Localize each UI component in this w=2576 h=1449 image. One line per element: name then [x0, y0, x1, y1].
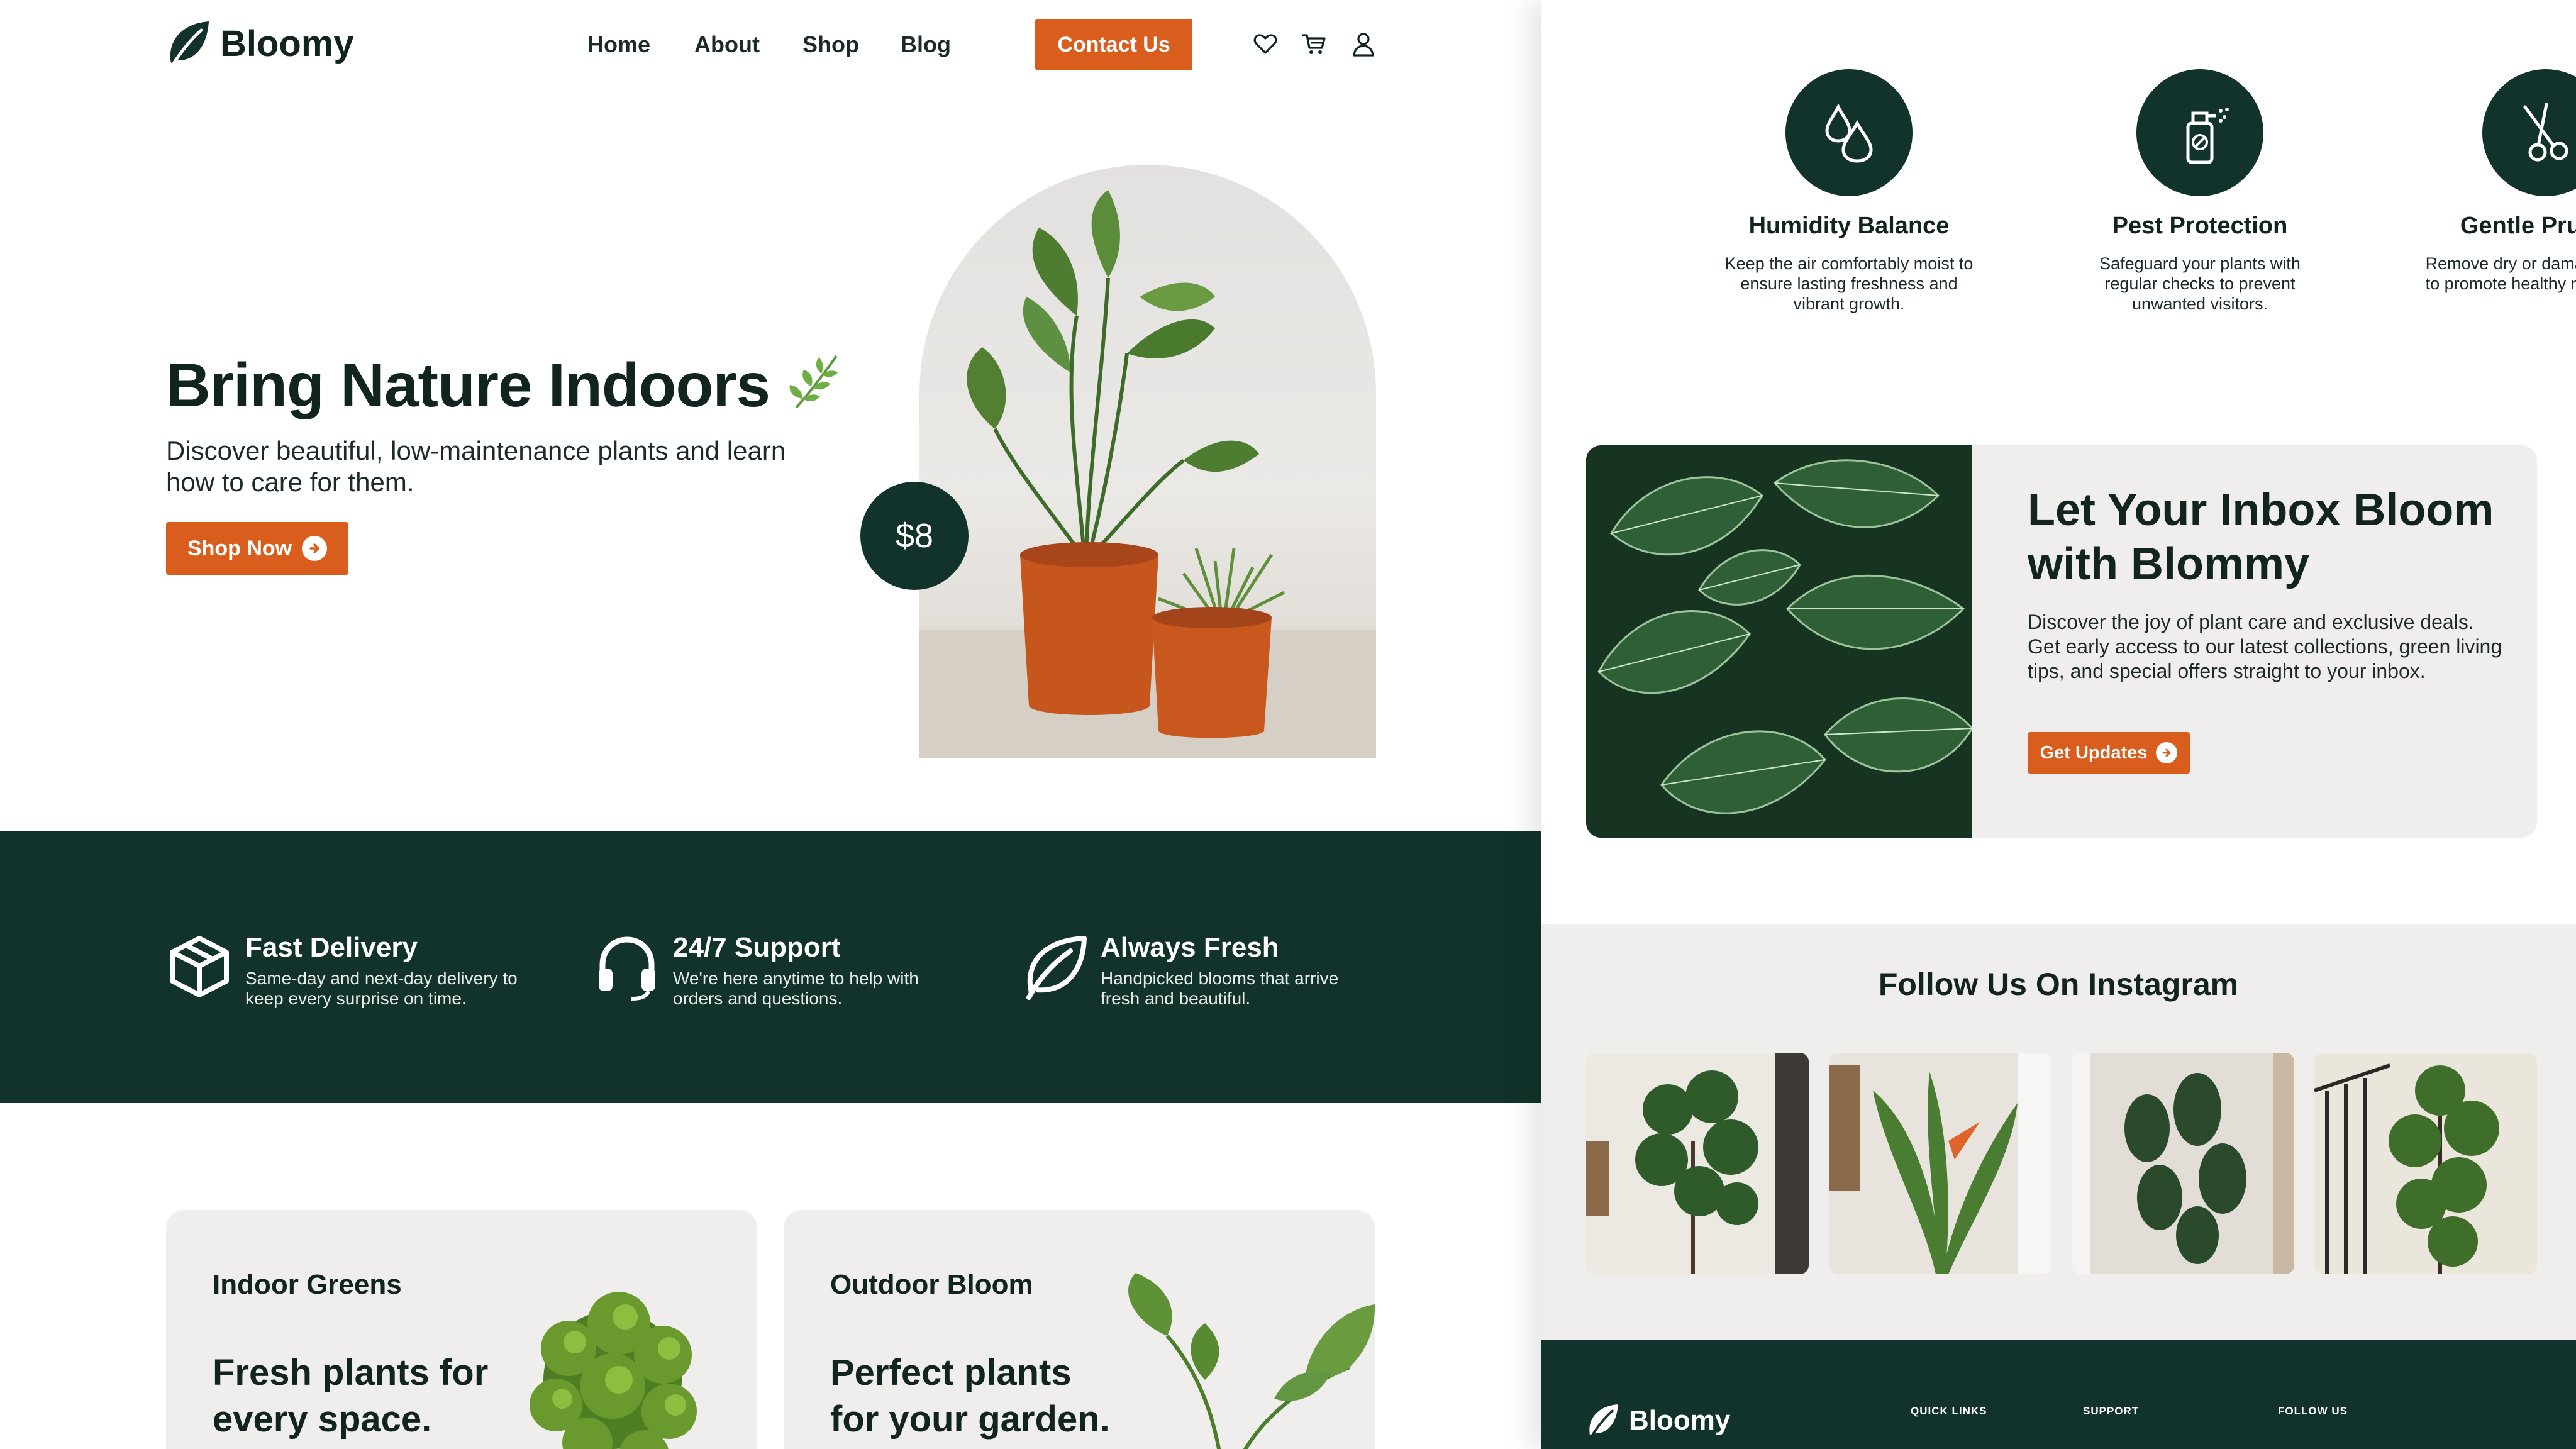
- succulent-illustration: [530, 1292, 697, 1449]
- hero-plant-image: [919, 165, 1376, 758]
- feature-title: 24/7 Support: [673, 932, 841, 963]
- care-tip-desc: Safeguard your plants with regular check…: [2099, 254, 2301, 313]
- footer-follow-heading: FOLLOW US: [2278, 1405, 2348, 1417]
- newsletter-desc: Discover the joy of plant care and exclu…: [2028, 611, 2502, 682]
- contact-us-button[interactable]: Contact Us: [1035, 19, 1192, 70]
- heart-icon[interactable]: [1252, 30, 1279, 58]
- water-drops-icon: [1785, 69, 1913, 196]
- leafy-plant-illustration: [1128, 1273, 1375, 1449]
- care-tip-pest: Pest Protection Safeguard your plants wi…: [2068, 69, 2332, 314]
- nav-blog-link[interactable]: Blog: [901, 31, 951, 58]
- feature-desc: Same-day and next-day delivery to keep e…: [245, 969, 518, 1008]
- homepage-right-panel: Humidity Balance Keep the air comfortabl…: [1541, 0, 2576, 1449]
- care-tip-title: Humidity Balance: [1748, 213, 1950, 239]
- leaf-icon: [170, 21, 209, 67]
- category-tagline: Perfect plants for your garden.: [830, 1352, 1110, 1440]
- feature-desc: Handpicked blooms that arrive fresh and …: [1101, 969, 1339, 1008]
- instagram-photo[interactable]: [2314, 1053, 2537, 1274]
- leaf-icon: [1589, 1404, 1618, 1438]
- scissors-icon: [2482, 69, 2576, 196]
- spray-bottle-icon: [2136, 69, 2263, 196]
- footer-brand-name: Bloomy: [1629, 1405, 1731, 1436]
- newsletter-title: Let Your Inbox Bloom with Blommy: [2028, 485, 2494, 589]
- footer: Bloomy QUICK LINKS SUPPORT FOLLOW US: [1541, 1340, 2576, 1449]
- user-icon[interactable]: [1350, 30, 1377, 58]
- footer-quick-links-heading: QUICK LINKS: [1911, 1405, 1987, 1417]
- instagram-title: Follow Us On Instagram: [1878, 967, 2239, 1002]
- feature-desc: We're here anytime to help with orders a…: [673, 969, 919, 1008]
- category-tagline: Fresh plants for every space.: [213, 1352, 489, 1440]
- get-updates-label: Get Updates: [2040, 742, 2148, 763]
- instagram-photo[interactable]: [1829, 1053, 2051, 1274]
- category-card-outdoor[interactable]: Outdoor Bloom Perfect plants for your ga…: [784, 1210, 1375, 1449]
- nav-about-link[interactable]: About: [694, 31, 760, 58]
- care-tip-humidity: Humidity Balance Keep the air comfortabl…: [1717, 69, 1981, 314]
- care-tip-desc: Keep the air comfortably moist to ensure…: [1724, 254, 1974, 313]
- newsletter-card: Let Your Inbox Bloom with Blommy Discove…: [1586, 445, 2537, 838]
- homepage-left-panel: Bloomy Home About Shop Blog Contact Us B…: [0, 0, 1541, 1449]
- care-tip-desc: Remove dry or damaged leaves to promote …: [2425, 254, 2576, 293]
- arrow-right-icon: [2156, 742, 2178, 763]
- instagram-section: Follow Us On Instagram: [1541, 924, 2576, 1340]
- leaf-icon: [1026, 936, 1087, 1000]
- box-icon: [170, 936, 229, 997]
- price-badge: $8: [860, 482, 969, 590]
- potted-plants-illustration: [919, 190, 1376, 758]
- nav-shop-link[interactable]: Shop: [802, 31, 859, 58]
- shop-now-button[interactable]: Shop Now: [166, 522, 348, 575]
- get-updates-button[interactable]: Get Updates: [2028, 732, 2190, 774]
- arrow-right-icon: [302, 536, 328, 561]
- brand-name: Bloomy: [220, 23, 354, 64]
- feature-support: 24/7 Support We're here anytime to help …: [592, 932, 950, 1009]
- feature-fast-delivery: Fast Delivery Same-day and next-day deli…: [165, 932, 522, 1009]
- leaf-sprig-icon: [789, 355, 838, 409]
- instagram-photo[interactable]: [2072, 1053, 2294, 1274]
- feature-title: Always Fresh: [1101, 932, 1279, 963]
- footer-support-heading: SUPPORT: [2083, 1405, 2140, 1417]
- care-tip-title: Pest Protection: [2112, 213, 2288, 239]
- care-tip-pruning: Gentle Pruning Remove dry or damaged lea…: [2414, 69, 2576, 294]
- category-name: Indoor Greens: [213, 1269, 402, 1300]
- hero-title: Bring Nature Indoors: [166, 350, 770, 419]
- category-card-indoor[interactable]: Indoor Greens Fresh plants for every spa…: [166, 1210, 757, 1449]
- headset-icon: [599, 936, 655, 1001]
- cart-icon[interactable]: [1301, 30, 1328, 58]
- newsletter-leaves-image: [1586, 445, 1974, 838]
- shop-now-label: Shop Now: [187, 536, 292, 560]
- feature-title: Fast Delivery: [245, 932, 418, 963]
- brand-logo[interactable]: Bloomy: [166, 19, 354, 68]
- feature-always-fresh: Always Fresh Handpicked blooms that arri…: [1020, 932, 1377, 1009]
- footer-brand-logo[interactable]: Bloomy: [1586, 1402, 1730, 1439]
- nav-home-link[interactable]: Home: [587, 31, 650, 58]
- hero-subtitle: Discover beautiful, low-maintenance plan…: [166, 436, 786, 497]
- features-band: Fast Delivery Same-day and next-day deli…: [0, 831, 1541, 1103]
- instagram-photo[interactable]: [1586, 1053, 1809, 1274]
- category-name: Outdoor Bloom: [830, 1269, 1033, 1300]
- care-tip-title: Gentle Pruning: [2460, 213, 2576, 239]
